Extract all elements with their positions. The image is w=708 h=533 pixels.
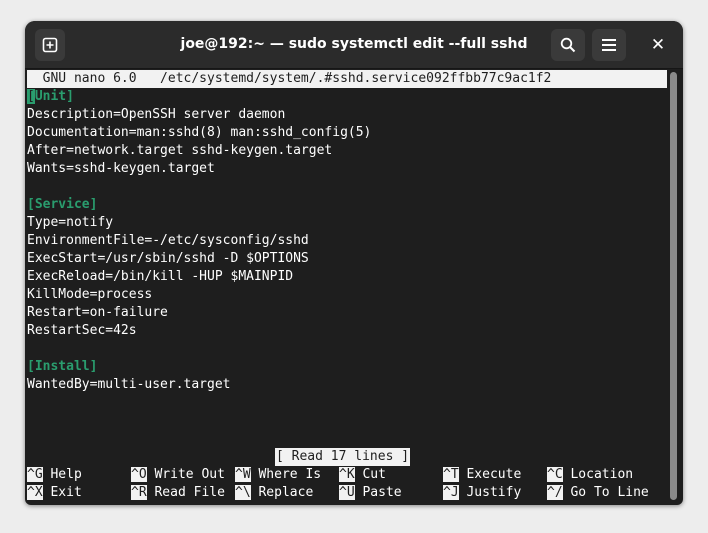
shortcut-label: Replace [258, 485, 314, 500]
scrollbar[interactable] [670, 72, 677, 500]
editor-line: WantedBy=multi-user.target [27, 377, 231, 392]
shortcut-label: Cut [362, 467, 386, 482]
section-heading: [Service] [27, 197, 98, 212]
hamburger-menu-icon [602, 39, 616, 51]
shortcut-key: ^G [27, 467, 43, 482]
editor-line: ExecStart=/usr/sbin/sshd -D $OPTIONS [27, 251, 309, 266]
shortcut-cut[interactable]: ^K Cut [339, 466, 386, 484]
terminal-area[interactable]: GNU nano 6.0 /etc/systemd/system/.#sshd.… [27, 70, 667, 502]
shortcut-replace[interactable]: ^\ Replace [235, 484, 313, 502]
section-heading: [Install] [27, 359, 98, 374]
shortcut-label: Execute [466, 467, 522, 482]
search-button[interactable] [551, 29, 585, 61]
shortcut-help[interactable]: ^G Help [27, 466, 82, 484]
shortcut-key: ^X [27, 485, 43, 500]
text-cursor: [ [27, 89, 35, 104]
terminal-window: joe@192:~ — sudo systemctl edit --full s… [25, 21, 683, 505]
shortcut-label: Where Is [258, 467, 322, 482]
shortcut-execute[interactable]: ^T Execute [443, 466, 521, 484]
shortcut-justify[interactable]: ^J Justify [443, 484, 521, 502]
menu-button[interactable] [592, 29, 626, 61]
editor-line: Type=notify [27, 215, 114, 230]
section-heading: Unit] [34, 89, 74, 104]
shortcut-key: ^C [547, 467, 563, 482]
new-tab-button[interactable] [35, 29, 65, 61]
shortcut-label: Go To Line [570, 485, 649, 500]
close-button[interactable]: ✕ [642, 29, 674, 61]
editor-line: KillMode=process [27, 287, 153, 302]
editor-line: EnvironmentFile=-/etc/sysconfig/sshd [27, 233, 309, 248]
plus-in-square-icon [42, 37, 58, 53]
title-bar: joe@192:~ — sudo systemctl edit --full s… [25, 21, 683, 69]
shortcut-key: ^W [235, 467, 251, 482]
editor-line: [Unit] [27, 88, 74, 106]
shortcut-label: Help [50, 467, 82, 482]
shortcut-key: ^/ [547, 485, 563, 500]
shortcut-key: ^U [339, 485, 355, 500]
nano-header: GNU nano 6.0 /etc/systemd/system/.#sshd.… [27, 70, 667, 88]
shortcut-key: ^O [131, 467, 147, 482]
shortcut-key: ^\ [235, 485, 251, 500]
shortcut-read-file[interactable]: ^R Read File [131, 484, 225, 502]
close-icon: ✕ [650, 35, 666, 55]
editor-line: After=network.target sshd-keygen.target [27, 143, 333, 158]
editor-line: Description=OpenSSH server daemon [27, 107, 286, 122]
shortcut-exit[interactable]: ^X Exit [27, 484, 82, 502]
editor-line: ExecReload=/bin/kill -HUP $MAINPID [27, 269, 294, 284]
shortcut-label: Write Out [154, 467, 225, 482]
status-message: [ Read 17 lines ] [275, 448, 411, 466]
shortcut-key: ^K [339, 467, 355, 482]
shortcut-where-is[interactable]: ^W Where Is [235, 466, 321, 484]
shortcut-paste[interactable]: ^U Paste [339, 484, 402, 502]
editor-line: Restart=on-failure [27, 305, 168, 320]
shortcut-key: ^T [443, 467, 459, 482]
shortcut-go-to-line[interactable]: ^/ Go To Line [547, 484, 649, 502]
shortcut-label: Read File [154, 485, 225, 500]
editor-line: Wants=sshd-keygen.target [27, 161, 215, 176]
shortcut-label: Exit [50, 485, 82, 500]
shortcut-key: ^J [443, 485, 459, 500]
shortcut-label: Justify [466, 485, 522, 500]
shortcut-label: Location [570, 467, 634, 482]
search-icon [560, 37, 576, 53]
editor-line: RestartSec=42s [27, 323, 137, 338]
shortcut-location[interactable]: ^C Location [547, 466, 633, 484]
shortcut-label: Paste [362, 485, 402, 500]
editor-line: Documentation=man:sshd(8) man:sshd_confi… [27, 125, 372, 140]
shortcut-write-out[interactable]: ^O Write Out [131, 466, 225, 484]
shortcut-key: ^R [131, 485, 147, 500]
